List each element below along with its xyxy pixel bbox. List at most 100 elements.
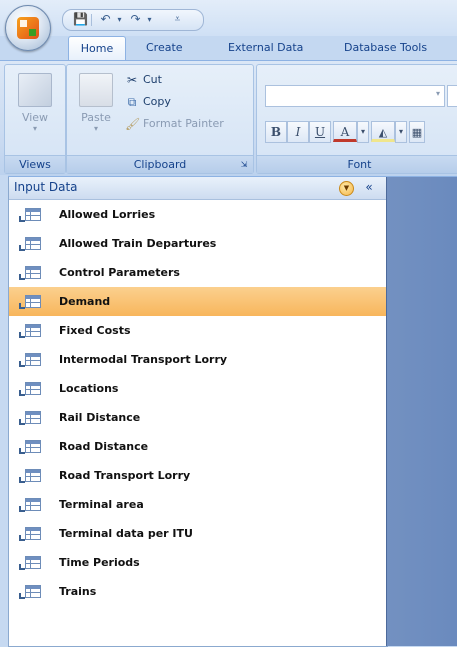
- nav-item[interactable]: Control Parameters: [9, 258, 387, 287]
- paste-icon: [79, 73, 113, 107]
- left-frame: [0, 175, 8, 646]
- view-button[interactable]: View ▾: [15, 73, 55, 133]
- gridlines-button[interactable]: ▦: [409, 121, 425, 143]
- nav-item[interactable]: Allowed Train Departures: [9, 229, 387, 258]
- format-painter-label: Format Painter: [143, 117, 224, 130]
- nav-item-label: Allowed Train Departures: [59, 237, 217, 250]
- office-button[interactable]: [5, 5, 51, 51]
- nav-item-label: Road Distance: [59, 440, 149, 453]
- table-icon: [19, 382, 41, 396]
- underline-button[interactable]: U: [309, 121, 331, 143]
- font-size-combo[interactable]: [447, 85, 457, 107]
- nav-item[interactable]: Road Distance: [9, 432, 387, 461]
- tab-database-tools[interactable]: Database Tools: [338, 36, 433, 60]
- redo-dropdown-icon[interactable]: ▾: [143, 13, 156, 26]
- main-workspace: [387, 177, 457, 646]
- nav-item[interactable]: Terminal area: [9, 490, 387, 519]
- italic-button[interactable]: I: [287, 121, 309, 143]
- table-sheet-icon: [25, 527, 41, 540]
- table-sheet-icon: [25, 208, 41, 221]
- table-sheet-icon: [25, 585, 41, 598]
- table-icon: [19, 440, 41, 454]
- font-group: ▾ B I U A ▾ ◭ ▾ ▦ Font: [256, 64, 457, 174]
- nav-item[interactable]: Fixed Costs: [9, 316, 387, 345]
- nav-item-label: Terminal data per ITU: [59, 527, 193, 540]
- nav-item[interactable]: Intermodal Transport Lorry: [9, 345, 387, 374]
- font-color-button[interactable]: A: [333, 121, 357, 142]
- table-sheet-icon: [25, 324, 41, 337]
- nav-item-label: Trains: [59, 585, 97, 598]
- nav-item[interactable]: Demand: [9, 287, 387, 316]
- copy-label: Copy: [143, 95, 171, 108]
- fill-color-button[interactable]: ◭: [371, 121, 395, 142]
- undo-icon[interactable]: ↶: [99, 13, 112, 26]
- nav-item-label: Fixed Costs: [59, 324, 131, 337]
- table-icon: [19, 237, 41, 251]
- view-dropdown-icon: ▾: [32, 124, 37, 133]
- copy-button[interactable]: ⧉ Copy: [125, 93, 171, 111]
- clipboard-group: Paste ▾ ✂ Cut ⧉ Copy 🖌 Format Painter Clipb…: [66, 64, 254, 174]
- customize-qat-icon[interactable]: ⩡: [171, 13, 184, 26]
- table-sheet-icon: [25, 237, 41, 250]
- table-icon: [19, 527, 41, 541]
- format-painter-button[interactable]: 🖌 Format Painter: [125, 115, 224, 133]
- tab-external-data[interactable]: External Data: [222, 36, 309, 60]
- nav-item[interactable]: Time Periods: [9, 548, 387, 577]
- table-icon: [19, 266, 41, 280]
- nav-pane-header[interactable]: Input Data ▼ «: [9, 177, 387, 200]
- nav-item-label: Intermodal Transport Lorry: [59, 353, 228, 366]
- nav-item[interactable]: Locations: [9, 374, 387, 403]
- save-icon[interactable]: 💾: [73, 13, 88, 26]
- design-view-icon: [18, 73, 52, 107]
- table-icon: [19, 556, 41, 570]
- nav-item-label: Locations: [59, 382, 119, 395]
- views-group: View ▾ Views: [4, 64, 66, 174]
- font-color-dropdown-icon[interactable]: ▾: [357, 121, 369, 143]
- gridlines-icon: ▦: [411, 126, 423, 139]
- nav-item-label: Terminal area: [59, 498, 144, 511]
- tab-home[interactable]: Home: [68, 36, 126, 60]
- fill-color-dropdown-icon[interactable]: ▾: [395, 121, 407, 143]
- font-name-combo[interactable]: ▾: [265, 85, 445, 107]
- fill-bucket-icon: ◭: [378, 126, 388, 139]
- nav-item-label: Time Periods: [59, 556, 140, 569]
- table-sheet-icon: [25, 440, 41, 453]
- scissors-icon: ✂: [126, 73, 138, 87]
- nav-item[interactable]: Trains: [9, 577, 387, 606]
- nav-pane-list: Allowed Lorries Allowed Train Departures C…: [9, 200, 387, 606]
- table-icon: [19, 411, 41, 425]
- table-icon: [19, 324, 41, 338]
- nav-item-label: Rail Distance: [59, 411, 141, 424]
- paste-button-label: Paste: [81, 111, 111, 124]
- nav-item[interactable]: Terminal data per ITU: [9, 519, 387, 548]
- nav-pane-collapse-icon[interactable]: «: [361, 179, 377, 195]
- tab-create[interactable]: Create: [140, 36, 189, 60]
- clipboard-group-label: Clipboard: [67, 155, 253, 173]
- undo-dropdown-icon[interactable]: ▾: [113, 13, 126, 26]
- view-button-label: View: [21, 111, 49, 124]
- table-icon: [19, 469, 41, 483]
- table-sheet-icon: [25, 353, 41, 366]
- table-icon: [19, 498, 41, 512]
- views-group-label: Views: [5, 155, 65, 173]
- paste-button[interactable]: Paste ▾: [75, 73, 117, 133]
- nav-item[interactable]: Road Transport Lorry: [9, 461, 387, 490]
- nav-item-label: Allowed Lorries: [59, 208, 156, 221]
- navigation-pane: Input Data ▼ « Allowed Lorries Allowed Tr…: [8, 177, 388, 647]
- nav-pane-dropdown-icon[interactable]: ▼: [339, 181, 354, 196]
- table-sheet-icon: [25, 382, 41, 395]
- cut-button[interactable]: ✂ Cut: [125, 71, 162, 89]
- redo-icon[interactable]: ↷: [129, 13, 142, 26]
- office-logo-icon: [17, 17, 39, 39]
- bold-button[interactable]: B: [265, 121, 287, 143]
- nav-item[interactable]: Allowed Lorries: [9, 200, 387, 229]
- table-sheet-icon: [25, 469, 41, 482]
- ribbon: View ▾ Views Paste ▾ ✂ Cut ⧉ Copy 🖌 Format …: [0, 60, 457, 177]
- table-icon: [19, 208, 41, 222]
- font-combo-dropdown-icon: ▾: [435, 89, 440, 98]
- ribbon-tabs: Home Create External Data Database Tools: [0, 36, 457, 60]
- copy-icon: ⧉: [127, 95, 137, 109]
- clipboard-dialog-launcher-icon[interactable]: ⇲: [239, 160, 249, 170]
- nav-item[interactable]: Rail Distance: [9, 403, 387, 432]
- paste-dropdown-icon: ▾: [93, 124, 98, 133]
